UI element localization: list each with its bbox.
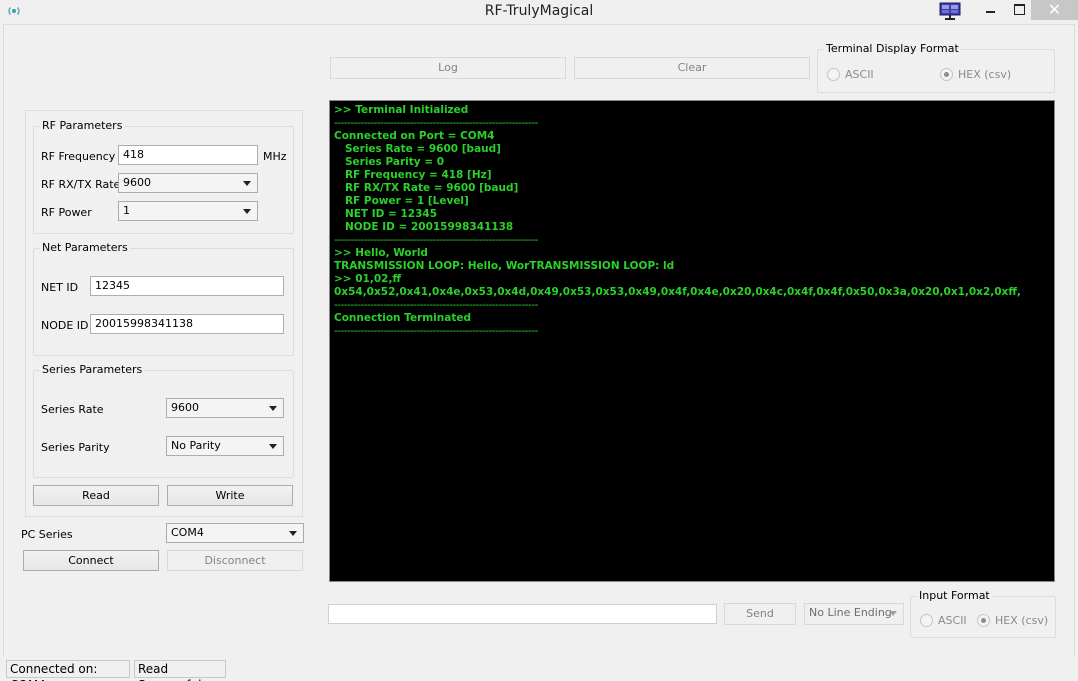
chevron-down-icon — [243, 181, 251, 186]
window-title: RF-TrulyMagical — [484, 3, 594, 19]
radio-circle — [920, 614, 933, 627]
send-button[interactable]: Send — [724, 603, 796, 625]
rf-power-select[interactable]: 1 — [118, 201, 258, 221]
input-ascii-radio[interactable]: ASCII — [920, 614, 967, 627]
chevron-down-icon — [269, 406, 277, 411]
minimize-button[interactable] — [978, 0, 1004, 20]
terminal-separator: ----------------------------------------… — [334, 234, 538, 246]
rf-rate-select[interactable]: 9600 — [118, 173, 258, 193]
status-connection: Connected on: COM4 — [6, 660, 130, 681]
terminal-line: NET ID = 12345 — [334, 208, 438, 220]
terminal-line: >> 01,02,ff — [334, 273, 401, 285]
input-hex-radio[interactable]: HEX (csv) — [977, 614, 1048, 627]
net-id-input[interactable]: 12345 — [90, 276, 284, 296]
terminal-line: RF Frequency = 418 [Hz] — [334, 169, 492, 181]
series-parameters-group: Series Parameters — [33, 363, 294, 478]
title-bar: RF-TrulyMagical ✕ — [0, 0, 1078, 24]
radio-circle — [827, 68, 840, 81]
terminal-line: NODE ID = 20015998341138 — [334, 221, 514, 233]
terminal-separator: ----------------------------------------… — [334, 299, 538, 311]
terminal-display-format-group: Terminal Display Format ASCII HEX (csv) — [817, 42, 1055, 93]
radio-circle — [940, 68, 953, 81]
pc-series-select[interactable]: COM4 — [166, 523, 304, 543]
terminal-output[interactable]: >> Terminal Initialized -----------------… — [329, 100, 1055, 582]
group-title: RF Parameters — [40, 119, 125, 132]
chevron-down-icon — [889, 611, 897, 616]
chevron-down-icon — [289, 531, 297, 536]
status-last-action: Read Successful — [134, 660, 226, 681]
group-title: Terminal Display Format — [824, 42, 961, 55]
clear-button[interactable]: Clear — [574, 57, 810, 79]
pc-series-label: PC Series — [21, 528, 73, 541]
node-id-label: NODE ID — [41, 319, 89, 332]
terminal-line: RF Power = 1 [Level] — [334, 195, 469, 207]
radio-label: ASCII — [845, 68, 874, 81]
disconnect-button[interactable]: Disconnect — [167, 550, 303, 571]
radio-label: ASCII — [938, 614, 967, 627]
maximize-button[interactable] — [1006, 0, 1032, 20]
series-rate-select[interactable]: 9600 — [166, 398, 284, 418]
monitor-icon[interactable] — [939, 2, 961, 20]
series-parity-select[interactable]: No Parity — [166, 436, 284, 456]
terminal-line: >> Terminal Initialized — [334, 104, 469, 116]
radio-label: HEX (csv) — [958, 68, 1012, 81]
message-input[interactable] — [328, 604, 717, 624]
group-title: Net Parameters — [40, 241, 130, 254]
terminal-line: Series Parity = 0 — [334, 156, 445, 168]
select-value: 9600 — [171, 401, 199, 414]
read-button[interactable]: Read — [33, 485, 159, 506]
rf-frequency-unit: MHz — [263, 150, 287, 163]
chevron-down-icon — [243, 209, 251, 214]
node-id-input[interactable]: 20015998341138 — [90, 314, 284, 334]
terminal-line: RF RX/TX Rate = 9600 [baud] — [334, 182, 519, 194]
select-value: COM4 — [171, 526, 204, 539]
net-parameters-group: Net Parameters — [33, 241, 294, 356]
terminal-line: TRANSMISSION LOOP: Hello, WorTRANSMISSIO… — [334, 260, 675, 272]
display-hex-radio[interactable]: HEX (csv) — [940, 68, 1011, 81]
terminal-separator: ----------------------------------------… — [334, 325, 538, 337]
chevron-down-icon — [269, 444, 277, 449]
series-parity-label: Series Parity — [41, 441, 110, 454]
terminal-line: Series Rate = 9600 [baud] — [334, 143, 501, 155]
series-rate-label: Series Rate — [41, 403, 104, 416]
terminal-separator: ----------------------------------------… — [334, 117, 538, 129]
terminal-line: >> Hello, World — [334, 247, 428, 259]
terminal-line: Connected on Port = COM4 — [334, 130, 495, 142]
select-value: No Parity — [171, 439, 221, 452]
input-format-group: Input Format ASCII HEX (csv) — [910, 589, 1056, 638]
radio-label: HEX (csv) — [995, 614, 1049, 627]
select-value: 9600 — [123, 176, 151, 189]
close-button[interactable]: ✕ — [1031, 0, 1078, 20]
connect-button[interactable]: Connect — [23, 550, 159, 571]
close-icon: ✕ — [1047, 0, 1062, 19]
rf-frequency-label: RF Frequency — [41, 150, 116, 163]
display-ascii-radio[interactable]: ASCII — [827, 68, 874, 81]
log-button[interactable]: Log — [330, 57, 566, 79]
rf-power-label: RF Power — [41, 206, 92, 219]
line-ending-select[interactable]: No Line Ending — [804, 603, 904, 625]
terminal-line: 0x54,0x52,0x41,0x4e,0x53,0x4d,0x49,0x53,… — [334, 286, 1021, 298]
net-id-label: NET ID — [41, 281, 79, 294]
radio-circle — [977, 614, 990, 627]
group-title: Series Parameters — [40, 363, 145, 376]
select-value: 1 — [123, 204, 130, 217]
terminal-line: Connection Terminated — [334, 312, 472, 324]
rf-frequency-input[interactable]: 418 — [118, 145, 258, 165]
select-value: No Line Ending — [809, 606, 892, 619]
group-title: Input Format — [917, 589, 992, 602]
rf-rate-label: RF RX/TX Rate — [41, 178, 121, 191]
write-button[interactable]: Write — [167, 485, 293, 506]
